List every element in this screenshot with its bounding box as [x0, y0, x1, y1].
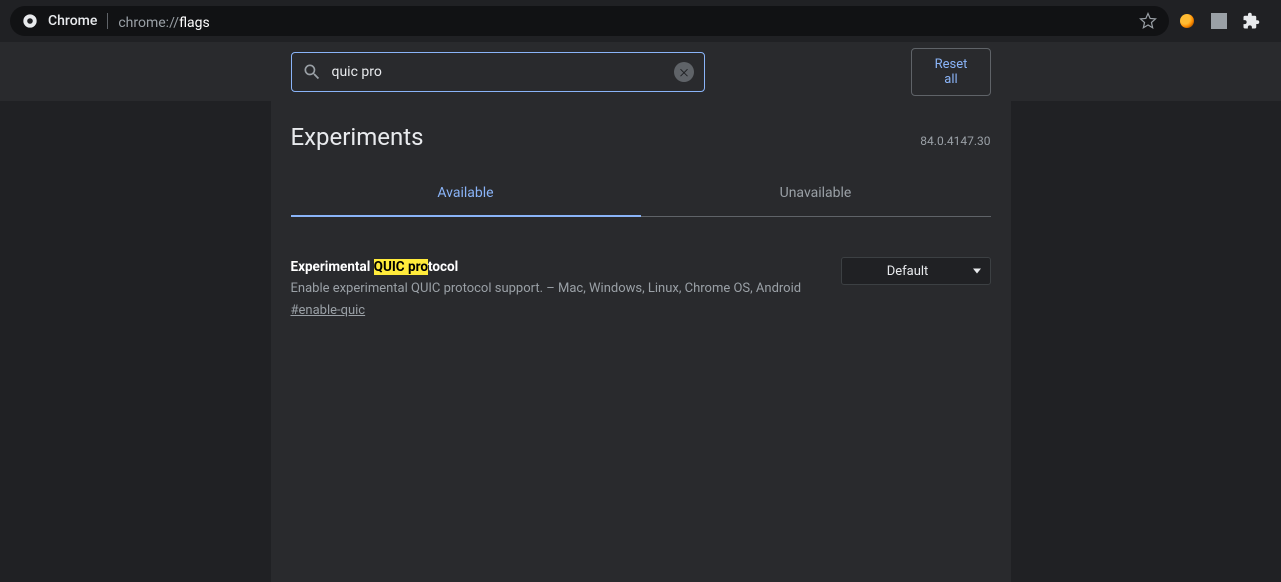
extension-icon[interactable] — [1177, 11, 1197, 31]
tab-unavailable[interactable]: Unavailable — [641, 185, 991, 216]
omnibox-url: chrome://flags — [118, 12, 209, 31]
flag-description: Enable experimental QUIC protocol suppor… — [291, 279, 817, 299]
chrome-version: 84.0.4147.30 — [920, 134, 990, 148]
page-title: Experiments — [291, 123, 424, 151]
flags-search-input[interactable] — [332, 64, 665, 80]
toolbar-extension-icons — [1177, 11, 1271, 31]
tabs: Available Unavailable — [291, 185, 991, 217]
tab-available[interactable]: Available — [291, 185, 641, 217]
extensions-puzzle-icon[interactable] — [1241, 11, 1261, 31]
flags-search-box — [291, 52, 706, 92]
flags-header: Reset all — [0, 42, 1281, 101]
clear-search-icon[interactable] — [674, 62, 694, 82]
extension-placeholder-icon[interactable] — [1211, 13, 1227, 29]
omnibox-app-label: Chrome — [48, 13, 97, 29]
omnibox-divider — [107, 13, 108, 29]
flag-entry: Experimental QUIC protocol Enable experi… — [291, 257, 991, 320]
reset-all-button[interactable]: Reset all — [911, 48, 990, 96]
chrome-icon — [22, 13, 38, 29]
flag-title: Experimental QUIC protocol — [291, 257, 817, 277]
flag-state-select[interactable]: Default — [841, 257, 991, 285]
flag-anchor-link[interactable]: #enable-quic — [291, 301, 366, 321]
browser-toolbar: Chrome chrome://flags — [0, 0, 1281, 42]
search-icon — [302, 62, 322, 82]
bookmark-star-icon[interactable] — [1139, 12, 1157, 30]
flags-content: Experiments 84.0.4147.30 Available Unava… — [271, 101, 1011, 582]
omnibox[interactable]: Chrome chrome://flags — [10, 6, 1169, 36]
